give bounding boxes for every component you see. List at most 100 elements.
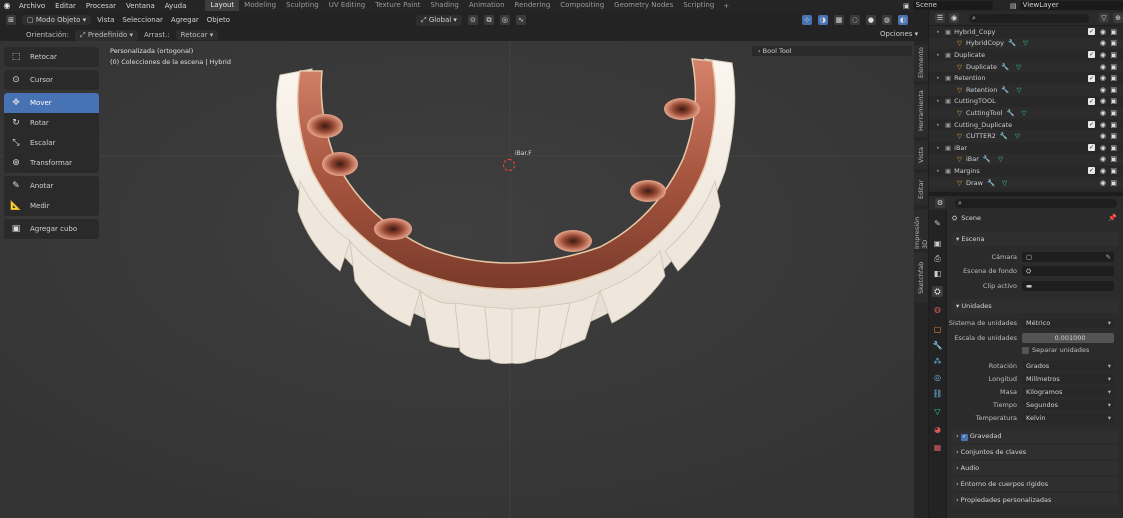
modifier-icon[interactable]: 🔧 [1000, 132, 1008, 140]
mode-dropdown[interactable]: ▢ Modo Objeto ▾ [22, 15, 92, 25]
viewport-menu-seleccionar[interactable]: Seleccionar [122, 16, 163, 24]
workspace-tab-compositing[interactable]: Compositing [555, 0, 609, 11]
world-tab-icon[interactable]: ◍ [932, 304, 943, 315]
workspace-tab-uv-editing[interactable]: UV Editing [324, 0, 371, 11]
editor-type-icon[interactable]: ⊞ [6, 15, 16, 25]
outliner-row[interactable]: ▸ ▣ Retention ✓ ◉ ▣ [929, 72, 1123, 84]
outliner-row[interactable]: ▽ CuttingTool 🔧 ▽ ◉ ▣ [929, 107, 1123, 119]
output-tab-icon[interactable]: ⎙ [932, 253, 943, 264]
render-camera-icon[interactable]: ▣ [1110, 132, 1117, 140]
visibility-eye-icon[interactable]: ◉ [1100, 179, 1106, 187]
workspace-tab-shading[interactable]: Shading [425, 0, 463, 11]
material-shading-icon[interactable]: ◍ [881, 15, 892, 25]
mesh-icon[interactable]: ▽ [1016, 63, 1021, 71]
visibility-eye-icon[interactable]: ◉ [1100, 167, 1106, 175]
modifier-icon[interactable]: 🔧 [1001, 86, 1009, 94]
proportional-edit-icon[interactable]: ◎ [499, 15, 510, 25]
mesh-icon[interactable]: ▽ [1015, 132, 1020, 140]
workspace-tab-texture-paint[interactable]: Texture Paint [370, 0, 425, 11]
selectable-checkbox-icon[interactable]: ✓ [1088, 28, 1095, 36]
outliner-editor-icon[interactable]: ☰ [935, 13, 945, 23]
outliner-row[interactable]: ▸ ▣ Duplicate ✓ ◉ ▣ [929, 49, 1123, 61]
implant-hole-2[interactable] [322, 152, 358, 176]
view-layer-tab-icon[interactable]: ◧ [932, 268, 943, 279]
selectable-checkbox-icon[interactable]: ✓ [1088, 97, 1095, 105]
add-workspace-button[interactable]: + [719, 2, 733, 10]
workspace-tab-geometry-nodes[interactable]: Geometry Nodes [609, 0, 678, 11]
constraints-tab-icon[interactable]: ⛓ [932, 388, 943, 399]
viewlayer-selector[interactable]: ▤ ViewLayer [1010, 0, 1123, 11]
outliner-item-name[interactable]: Retention [966, 86, 997, 94]
tool-rotate[interactable]: ↻ Rotar [4, 113, 99, 133]
modifier-icon[interactable]: 🔧 [1001, 63, 1009, 71]
particles-tab-icon[interactable]: ⁂ [932, 356, 943, 367]
outliner-search-input[interactable]: ⌕ [969, 13, 1089, 23]
menu-archivo[interactable]: Archivo [14, 2, 50, 10]
temperature-dropdown[interactable]: Kelvin ▾ [1022, 413, 1114, 423]
tool-tweak[interactable]: ⬚ Retocar [4, 47, 99, 67]
tool-cursor[interactable]: ⊙ Cursor [4, 70, 99, 90]
render-camera-icon[interactable]: ▣ [1110, 63, 1117, 71]
modifier-icon[interactable]: 🔧 [1008, 39, 1016, 47]
visibility-eye-icon[interactable]: ◉ [1100, 51, 1106, 59]
outliner-item-name[interactable]: Margins [954, 167, 980, 175]
visibility-eye-icon[interactable]: ◉ [1100, 132, 1106, 140]
mesh-icon[interactable]: ▽ [1016, 86, 1021, 94]
modifier-tab-icon[interactable]: 🔧 [932, 340, 943, 351]
separate-units-checkbox[interactable]: Separar unidades [1022, 346, 1089, 354]
length-dropdown[interactable]: Milímetros ▾ [1022, 374, 1114, 384]
material-tab-icon[interactable]: ◕ [932, 424, 943, 435]
visibility-eye-icon[interactable]: ◉ [1100, 39, 1106, 47]
menu-ayuda[interactable]: Ayuda [160, 2, 192, 10]
sidebar-tab-elemento[interactable]: Elemento [914, 45, 928, 81]
outliner-item-name[interactable]: Draw [966, 179, 983, 187]
visibility-eye-icon[interactable]: ◉ [1100, 97, 1106, 105]
display-mode-icon[interactable]: ◉ [949, 13, 959, 23]
outliner-row[interactable]: ▸ ▣ Cutting_Duplicate ✓ ◉ ▣ [929, 119, 1123, 131]
section-keying-sets[interactable]: › Conjuntos de claves [952, 445, 1119, 459]
render-camera-icon[interactable]: ▣ [1110, 97, 1117, 105]
visibility-eye-icon[interactable]: ◉ [1100, 121, 1106, 129]
expand-arrow-icon[interactable]: ▸ [937, 122, 945, 128]
outliner-row[interactable]: ▸ ▣ Margins ✓ ◉ ▣ [929, 165, 1123, 177]
render-camera-icon[interactable]: ▣ [1110, 144, 1117, 152]
workspace-tab-sculpting[interactable]: Sculpting [281, 0, 324, 11]
unit-scale-field[interactable]: 0.001000 [1022, 333, 1114, 343]
orientation-dropdown[interactable]: ⤢ Predefinido ▾ [74, 29, 138, 41]
tool-move[interactable]: ✥ Mover [4, 93, 99, 113]
expand-arrow-icon[interactable]: ▸ [937, 29, 945, 35]
section-audio[interactable]: › Audio [952, 461, 1119, 475]
outliner-row[interactable]: ▽ CUTTER2 🔧 ▽ ◉ ▣ [929, 130, 1123, 142]
render-tab-icon[interactable]: ▣ [932, 238, 943, 249]
solid-shading-icon[interactable]: ● [865, 15, 876, 25]
outliner-item-name[interactable]: HybridCopy [966, 39, 1004, 47]
pin-icon[interactable]: 📌 [1108, 214, 1117, 222]
modifier-icon[interactable]: 🔧 [983, 155, 991, 163]
sidebar-tab-herramienta[interactable]: Herramienta [914, 85, 928, 137]
viewlayer-name[interactable]: ViewLayer [1019, 1, 1123, 10]
unit-system-dropdown[interactable]: Métrico ▾ [1022, 318, 1114, 328]
outliner-row[interactable]: ▽ iBar 🔧 ▽ ◉ ▣ [929, 153, 1123, 166]
workspace-tab-animation[interactable]: Animation [464, 0, 510, 11]
visibility-eye-icon[interactable]: ◉ [1100, 155, 1106, 163]
falloff-icon[interactable]: ∿ [515, 15, 526, 25]
viewport-menu-vista[interactable]: Vista [97, 16, 114, 24]
outliner-item-name[interactable]: CuttingTOOL [954, 97, 996, 105]
time-dropdown[interactable]: Segundos ▾ [1022, 400, 1114, 410]
render-camera-icon[interactable]: ▣ [1110, 155, 1117, 163]
new-collection-icon[interactable]: ⊕ [1113, 13, 1123, 23]
sidebar-tab-sketchfab[interactable]: Sketchfab [914, 253, 928, 303]
properties-search-input[interactable]: ⌕ [955, 198, 1117, 208]
outliner-row[interactable]: ▸ ▣ iBar ✓ ◉ ▣ [929, 142, 1123, 154]
tool-transform[interactable]: ⊛ Transformar [4, 153, 99, 173]
scene-selector[interactable]: ▣ Scene [903, 0, 993, 11]
workspace-tab-scripting[interactable]: Scripting [678, 0, 719, 11]
object-tab-icon[interactable]: ▢ [932, 324, 943, 335]
workspace-tab-modeling[interactable]: Modeling [239, 0, 281, 11]
sidebar-tab-editar[interactable]: Editar [914, 173, 928, 205]
selectable-checkbox-icon[interactable]: ✓ [1088, 51, 1095, 59]
eyedropper-icon[interactable]: ✎ [1106, 252, 1111, 262]
camera-field[interactable]: ▢ ✎ [1022, 252, 1114, 262]
expand-arrow-icon[interactable]: ▸ [937, 98, 945, 104]
workspace-tab-rendering[interactable]: Rendering [510, 0, 556, 11]
